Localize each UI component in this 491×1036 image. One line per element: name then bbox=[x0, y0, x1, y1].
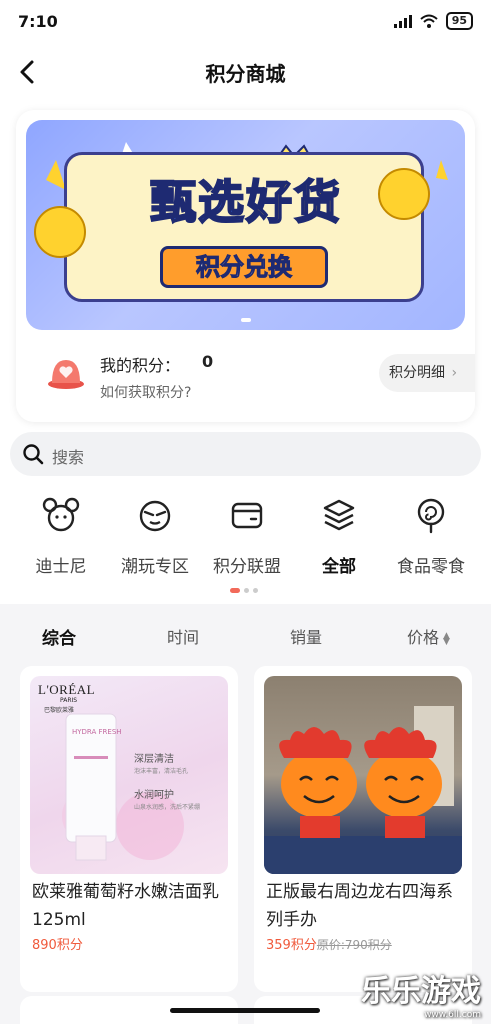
product-cn-brand: 巴黎欧莱雅 bbox=[44, 707, 75, 714]
sort-time-tab[interactable]: 时间 bbox=[167, 624, 199, 648]
chevron-right-icon: › bbox=[451, 365, 458, 381]
product-tag1: 深层清洁 bbox=[134, 754, 174, 765]
search-placeholder: 搜索 bbox=[52, 448, 85, 467]
next-product-card-partial[interactable] bbox=[20, 996, 238, 1036]
status-time: 7:10 bbox=[18, 12, 58, 31]
category-label: 积分联盟 bbox=[213, 557, 281, 577]
category-trendy-toys[interactable]: 潮玩专区 bbox=[110, 488, 200, 584]
my-points-value: 0 bbox=[202, 352, 214, 371]
search-input[interactable]: 搜索 bbox=[10, 432, 481, 476]
product-tag1-sub: 泡沫丰富，清洁毛孔 bbox=[134, 768, 189, 775]
points-detail-button[interactable]: 积分明细 › bbox=[379, 354, 475, 392]
points-detail-label: 积分明细 bbox=[389, 365, 445, 381]
sort-price-tab[interactable]: 价格 ▲ ▼ bbox=[407, 624, 450, 648]
product-tag2-sub: 山泉水润感，洗后不紧绷 bbox=[134, 804, 201, 811]
category-points-alliance[interactable]: 积分联盟 bbox=[202, 488, 292, 584]
banner-title: 甄选好货 bbox=[86, 166, 406, 232]
product-price: 890积分 bbox=[32, 938, 83, 953]
category-label: 迪士尼 bbox=[35, 557, 87, 577]
product-price-value: 359积分 bbox=[266, 938, 317, 953]
product-card[interactable]: L'ORÉAL PARIS 巴黎欧莱雅 HYDRA FRESH 深层清洁 泡沫丰… bbox=[20, 666, 238, 992]
dragon-figures-illustration bbox=[264, 706, 462, 874]
my-points-label: 我的积分： bbox=[100, 356, 181, 375]
layers-icon bbox=[323, 499, 355, 531]
right-mascot-icon bbox=[378, 168, 430, 220]
product-card[interactable]: 正版最右周边龙右四海系列手办 359积分原价:790积分 bbox=[254, 666, 472, 992]
category-row: 迪士尼 潮玩专区 积分联盟 全部 食品零食 bbox=[0, 488, 491, 588]
watermark-main: 乐乐游戏 bbox=[361, 974, 481, 1009]
status-bar: 7:10 95 bbox=[0, 0, 491, 44]
banner-title-part2: 好货 bbox=[245, 174, 342, 230]
how-to-earn-link[interactable]: 如何获取积分? bbox=[100, 382, 191, 402]
product-price: 359积分原价:790积分 bbox=[266, 934, 392, 953]
toy-face-icon bbox=[139, 500, 171, 532]
banner-pagination bbox=[26, 318, 465, 322]
product-image: L'ORÉAL PARIS 巴黎欧莱雅 HYDRA FRESH 深层清洁 泡沫丰… bbox=[30, 676, 228, 874]
status-icons: 95 bbox=[393, 12, 473, 30]
points-card: 甄选好货 积分兑换 我的积分： 0 如何获取积分? 积分明细 › bbox=[16, 110, 475, 422]
sort-price-label: 价格 bbox=[407, 628, 440, 647]
product-name: 欧莱雅葡萄籽水嫩洁面乳 125ml bbox=[32, 882, 219, 930]
page-title: 积分商城 bbox=[205, 62, 286, 86]
watermark-logo: 乐乐游戏 www.6ll.com bbox=[361, 966, 481, 1020]
banner-title-part1: 甄选 bbox=[149, 174, 246, 230]
product-brand-sub: PARIS bbox=[60, 697, 78, 704]
home-indicator[interactable] bbox=[170, 1008, 320, 1013]
sort-sales-tab[interactable]: 销量 bbox=[290, 624, 322, 648]
category-label: 全部 bbox=[322, 557, 356, 577]
points-row: 我的积分： 0 如何获取积分? 积分明细 › bbox=[16, 342, 475, 412]
product-line: HYDRA FRESH bbox=[72, 728, 122, 736]
search-icon bbox=[23, 444, 44, 465]
product-brand: L'ORÉAL bbox=[38, 682, 96, 697]
left-mascot-icon bbox=[34, 206, 86, 258]
points-badge-icon bbox=[48, 360, 84, 389]
promo-banner[interactable]: 甄选好货 积分兑换 bbox=[26, 120, 465, 330]
nav-header: 积分商城 bbox=[0, 44, 491, 100]
category-all[interactable]: 全部 bbox=[294, 488, 384, 584]
category-pagination bbox=[230, 588, 258, 593]
sort-bar: 综合 时间 销量 价格 ▲ ▼ bbox=[0, 604, 491, 666]
product-original-price: 原价:790积分 bbox=[316, 938, 392, 952]
wallet-icon bbox=[231, 502, 263, 529]
product-tag2: 水润呵护 bbox=[134, 790, 174, 801]
category-disney[interactable]: 迪士尼 bbox=[16, 488, 106, 584]
product-list: 综合 时间 销量 价格 ▲ ▼ L'ORÉAL PARIS 巴黎欧莱雅 HYDRA … bbox=[0, 604, 491, 1036]
mouse-ears-icon bbox=[42, 497, 80, 532]
battery-indicator: 95 bbox=[445, 12, 473, 30]
wifi-icon bbox=[420, 14, 438, 28]
signal-icon bbox=[393, 14, 412, 28]
sort-arrows-icon: ▲ ▼ bbox=[443, 630, 450, 647]
product-name: 正版最右周边龙右四海系列手办 bbox=[266, 882, 453, 930]
watermark-url: www.6ll.com bbox=[424, 1010, 481, 1020]
sort-general-tab[interactable]: 综合 bbox=[42, 624, 76, 649]
banner-subtitle: 积分兑换 bbox=[160, 246, 328, 288]
product-image bbox=[264, 676, 462, 874]
category-food-snacks[interactable]: 食品零食 bbox=[386, 488, 476, 584]
lollipop-icon bbox=[417, 498, 445, 534]
category-label: 潮玩专区 bbox=[121, 557, 189, 577]
category-label: 食品零食 bbox=[397, 557, 465, 577]
